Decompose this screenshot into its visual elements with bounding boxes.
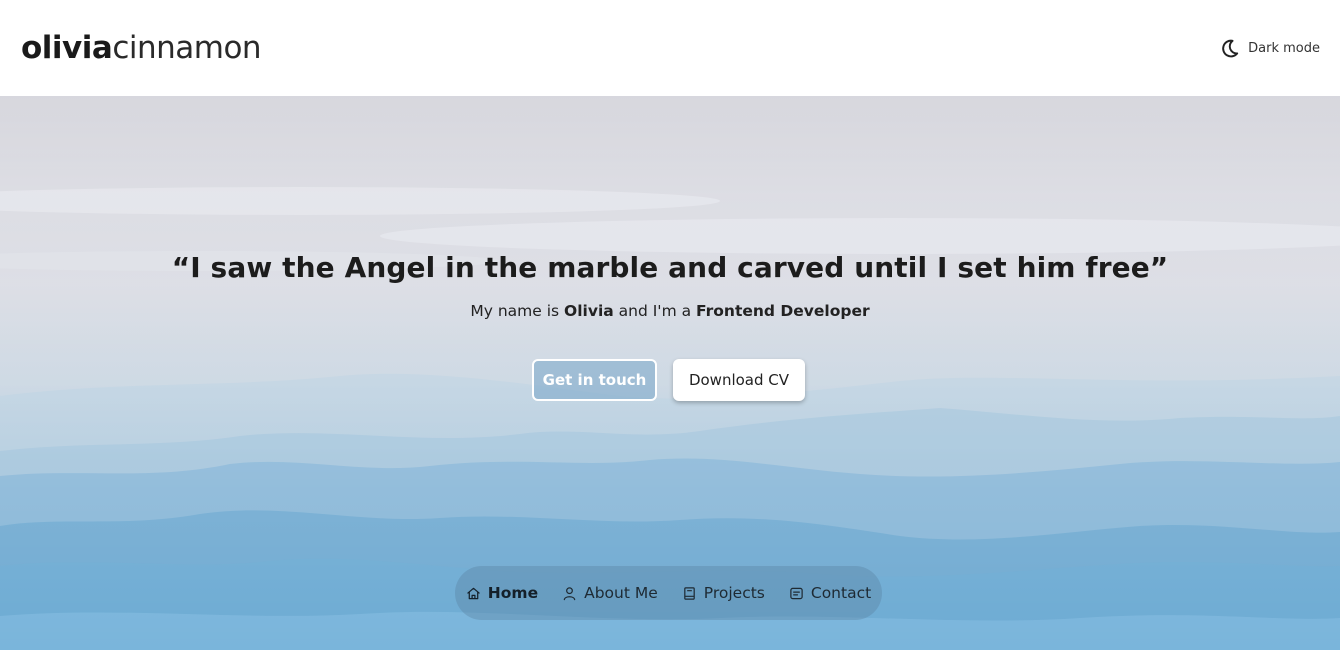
home-icon — [467, 587, 480, 599]
site-logo[interactable]: oliviacinnamon — [21, 29, 262, 66]
nav-item-projects[interactable]: Projects — [682, 584, 765, 602]
top-bar: oliviacinnamon Dark mode — [0, 0, 1340, 96]
moon-icon — [1222, 39, 1239, 57]
nav-label-projects: Projects — [703, 584, 765, 602]
bottom-nav: Home About Me Projects Contact — [455, 566, 882, 620]
intro-role: Frontend Developer — [696, 302, 870, 320]
nav-item-contact[interactable]: Contact — [789, 584, 871, 602]
intro-name: Olivia — [564, 302, 614, 320]
hero-section: “I saw the Angel in the marble and carve… — [0, 96, 1340, 650]
nav-label-home: Home — [487, 584, 539, 602]
nav-label-about: About Me — [584, 584, 658, 602]
hero-intro: My name is Olivia and I'm a Frontend Dev… — [0, 302, 1340, 320]
download-cv-button[interactable]: Download CV — [673, 359, 805, 401]
message-icon — [790, 587, 803, 599]
logo-first-name: olivia — [21, 29, 113, 66]
user-icon — [563, 586, 576, 600]
dark-mode-label: Dark mode — [1248, 40, 1320, 56]
nav-item-about[interactable]: About Me — [562, 584, 658, 602]
dark-mode-toggle[interactable]: Dark mode — [1219, 38, 1320, 59]
get-in-touch-button[interactable]: Get in touch — [532, 359, 657, 401]
intro-middle: and I'm a — [613, 302, 697, 320]
nav-label-contact: Contact — [810, 584, 872, 602]
intro-prefix: My name is — [470, 302, 565, 320]
nav-item-home[interactable]: Home — [466, 584, 538, 602]
book-icon — [683, 586, 695, 600]
hero-quote: “I saw the Angel in the marble and carve… — [171, 251, 1169, 284]
logo-last-name: cinnamon — [112, 29, 262, 66]
